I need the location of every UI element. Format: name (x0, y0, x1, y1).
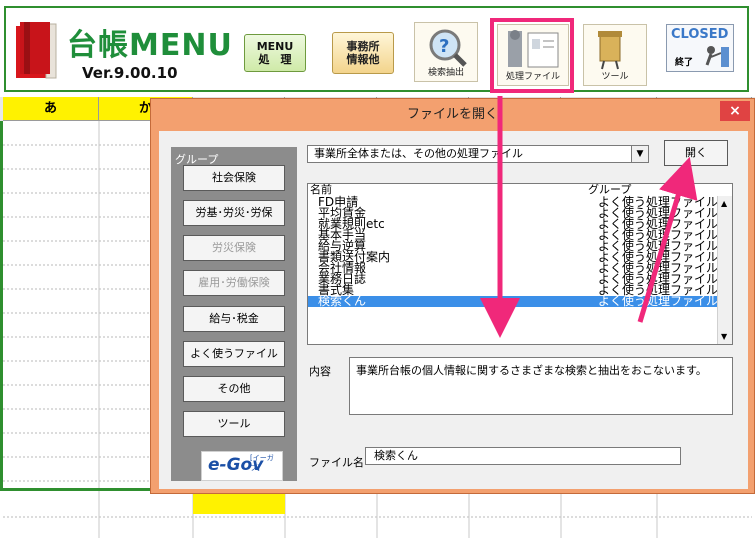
closed-label: CLOSED (671, 27, 729, 42)
list-item-selected[interactable]: 検索くん よく使う処理ファイル (308, 294, 719, 308)
category-select-value: 事業所全体または、その他の処理ファイル (314, 147, 523, 160)
scroll-up-icon[interactable]: ▲ (721, 199, 727, 208)
egov-sub: [イーガブ] (250, 454, 274, 472)
group-tools-button[interactable]: ツール (183, 411, 285, 437)
content-description: 事業所台帳の個人情報に関するさまざまな検索と抽出をおこないます。 (349, 357, 733, 415)
content-label: 内容 (309, 365, 331, 378)
group-other-button[interactable]: その他 (183, 376, 285, 402)
group-workers-comp-button[interactable]: 労災保険 (183, 235, 285, 261)
list-item-name: 検索くん (318, 294, 367, 308)
group-employment-button[interactable]: 雇用･労働保険 (183, 270, 285, 296)
menu-process-label: MENU 処 理 (256, 40, 294, 66)
tool-icon (598, 31, 622, 70)
selected-cell[interactable] (193, 494, 285, 514)
list-scrollbar[interactable]: ▲ ▼ (717, 196, 732, 344)
dialog-body: グループ 社会保険 労基･労災･労保 労災保険 雇用･労働保険 給与･税金 よく… (159, 131, 748, 489)
closed-exit-button[interactable]: CLOSED 終了 (666, 24, 734, 72)
scroll-down-icon[interactable]: ▼ (721, 332, 727, 341)
exit-person-icon (705, 46, 729, 67)
tool-button[interactable]: ツール (583, 24, 647, 86)
tool-label: ツール (601, 72, 629, 82)
process-file-highlight (490, 18, 574, 93)
file-open-dialog: ファイルを開く × グループ 社会保険 労基･労災･労保 労災保険 雇用･労働保… (150, 98, 755, 494)
group-labor-button[interactable]: 労基･労災･労保 (183, 200, 285, 226)
app-version: Ver.9.00.10 (82, 64, 178, 82)
group-salary-tax-button[interactable]: 給与･税金 (183, 306, 285, 332)
chevron-down-icon[interactable]: ▼ (631, 146, 648, 162)
header-ribbon: 台帳MENU Ver.9.00.10 MENU 処 理 事務所 情報他 ? 検索… (0, 0, 755, 97)
egov-logo[interactable]: e-Gov [イーガブ] (201, 451, 283, 481)
dialog-close-button[interactable]: × (720, 101, 750, 121)
menu-process-button[interactable]: MENU 処 理 (244, 34, 306, 72)
ledger-book-icon (16, 22, 57, 79)
group-social-insurance-button[interactable]: 社会保険 (183, 165, 285, 191)
office-info-button[interactable]: 事務所 情報他 (332, 32, 394, 74)
open-button[interactable]: 開く (664, 140, 728, 166)
svg-text:?: ? (439, 36, 449, 57)
category-select[interactable]: 事業所全体または、その他の処理ファイル ▼ (307, 145, 649, 163)
search-extract-label: 検索抽出 (427, 68, 464, 78)
sheet-left-border (0, 121, 3, 491)
closed-sub-label: 終了 (675, 58, 694, 68)
filename-field[interactable]: 検索くん (365, 447, 681, 465)
magnifier-question-icon: ? (429, 29, 467, 67)
file-list: 名前 グループ FD申請 よく使う処理ファイル 平均賃金 よく使う処理ファイル 就業… (307, 183, 733, 345)
app-title: 台帳MENU (67, 28, 233, 63)
group-panel: グループ 社会保険 労基･労災･労保 労災保険 雇用･労働保険 給与･税金 よく… (171, 147, 297, 481)
group-favorites-button[interactable]: よく使うファイル (183, 341, 285, 367)
search-extract-button[interactable]: ? 検索抽出 (414, 22, 478, 82)
list-item-group: よく使う処理ファイル (598, 294, 719, 308)
filename-label: ファイル名 (309, 456, 364, 469)
office-info-label: 事務所 情報他 (346, 40, 380, 66)
dialog-title: ファイルを開く (406, 107, 498, 122)
